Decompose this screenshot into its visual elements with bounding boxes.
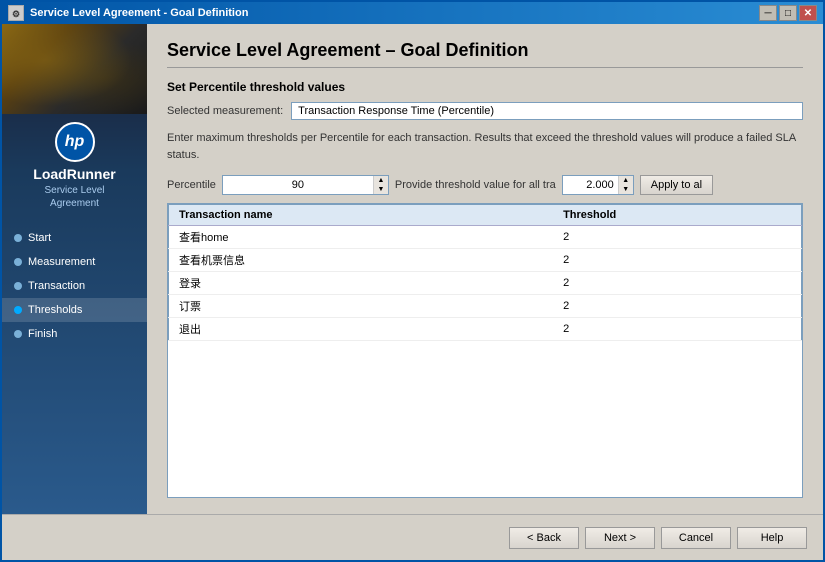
hp-logo: hp — [55, 122, 95, 162]
data-table: Transaction name Threshold 查看home2查看机票信息… — [168, 204, 802, 341]
table-row[interactable]: 登录2 — [169, 272, 802, 295]
title-bar: ⚙ Service Level Agreement - Goal Definit… — [2, 2, 823, 24]
measurement-label: Selected measurement: — [167, 105, 283, 117]
description-text: Enter maximum thresholds per Percentile … — [167, 130, 803, 163]
controls-row: Percentile ▲ ▼ Provide threshold value f… — [167, 175, 803, 195]
cell-transaction-name: 登录 — [169, 272, 554, 295]
percentile-down-button[interactable]: ▼ — [374, 185, 388, 194]
table-row[interactable]: 订票2 — [169, 295, 802, 318]
threshold-up-button[interactable]: ▲ — [619, 176, 633, 185]
sidebar: hp LoadRunner Service Level Agreement St… — [2, 24, 147, 514]
table-row[interactable]: 查看home2 — [169, 226, 802, 249]
table-header-row: Transaction name Threshold — [169, 205, 802, 226]
cell-transaction-name: 退出 — [169, 318, 554, 341]
sidebar-item-start[interactable]: Start — [2, 226, 147, 250]
cell-threshold: 2 — [553, 226, 801, 249]
nav-dot-measurement — [14, 258, 22, 266]
cell-threshold: 2 — [553, 318, 801, 341]
sidebar-item-thresholds[interactable]: Thresholds — [2, 298, 147, 322]
table-row[interactable]: 查看机票信息2 — [169, 249, 802, 272]
nav-dot-transaction — [14, 282, 22, 290]
sidebar-subtitle: Service Level Agreement — [2, 184, 147, 210]
table-row[interactable]: 退出2 — [169, 318, 802, 341]
nav-dot-thresholds — [14, 306, 22, 314]
col-header-transaction: Transaction name — [169, 205, 554, 226]
cell-transaction-name: 订票 — [169, 295, 554, 318]
sidebar-item-label-thresholds: Thresholds — [28, 304, 82, 316]
sidebar-item-label-transaction: Transaction — [28, 280, 85, 292]
threshold-label: Provide threshold value for all tra — [395, 179, 556, 191]
window-body: hp LoadRunner Service Level Agreement St… — [2, 24, 823, 514]
sidebar-image — [2, 24, 147, 114]
nav-dot-finish — [14, 330, 22, 338]
col-header-threshold: Threshold — [553, 205, 801, 226]
cell-transaction-name: 查看home — [169, 226, 554, 249]
window-icon: ⚙ — [8, 5, 24, 21]
cell-threshold: 2 — [553, 249, 801, 272]
sidebar-item-finish[interactable]: Finish — [2, 322, 147, 346]
main-content: Service Level Agreement – Goal Definitio… — [147, 24, 823, 514]
cancel-button[interactable]: Cancel — [661, 527, 731, 549]
table-body: 查看home2查看机票信息2登录2订票2退出2 — [169, 226, 802, 341]
percentile-spinner-buttons: ▲ ▼ — [373, 176, 388, 194]
measurement-row: Selected measurement: Transaction Respon… — [167, 102, 803, 120]
back-button[interactable]: < Back — [509, 527, 579, 549]
next-button[interactable]: Next > — [585, 527, 655, 549]
sidebar-item-label-measurement: Measurement — [28, 256, 95, 268]
cell-threshold: 2 — [553, 295, 801, 318]
footer: < Back Next > Cancel Help — [2, 514, 823, 560]
threshold-spinner[interactable]: ▲ ▼ — [562, 175, 634, 195]
sidebar-item-label-start: Start — [28, 232, 51, 244]
sidebar-item-measurement[interactable]: Measurement — [2, 250, 147, 274]
apply-button[interactable]: Apply to al — [640, 175, 713, 195]
sidebar-brand: LoadRunner — [2, 166, 147, 182]
measurement-value: Transaction Response Time (Percentile) — [291, 102, 803, 120]
percentile-label: Percentile — [167, 179, 216, 191]
main-window: ⚙ Service Level Agreement - Goal Definit… — [0, 0, 825, 562]
maximize-button[interactable]: □ — [779, 5, 797, 21]
threshold-down-button[interactable]: ▼ — [619, 185, 633, 194]
sidebar-item-transaction[interactable]: Transaction — [2, 274, 147, 298]
sidebar-nav: Start Measurement Transaction Thresholds… — [2, 226, 147, 346]
section-title: Set Percentile threshold values — [167, 80, 803, 94]
percentile-input[interactable] — [223, 177, 373, 193]
percentile-up-button[interactable]: ▲ — [374, 176, 388, 185]
minimize-button[interactable]: ─ — [759, 5, 777, 21]
percentile-spinner[interactable]: ▲ ▼ — [222, 175, 389, 195]
threshold-spinner-buttons: ▲ ▼ — [618, 176, 633, 194]
sidebar-item-label-finish: Finish — [28, 328, 57, 340]
table-container: Transaction name Threshold 查看home2查看机票信息… — [167, 203, 803, 498]
threshold-input[interactable] — [563, 177, 618, 193]
cell-transaction-name: 查看机票信息 — [169, 249, 554, 272]
help-button[interactable]: Help — [737, 527, 807, 549]
cell-threshold: 2 — [553, 272, 801, 295]
close-button[interactable]: ✕ — [799, 5, 817, 21]
nav-dot-start — [14, 234, 22, 242]
page-title: Service Level Agreement – Goal Definitio… — [167, 40, 803, 68]
window-title: Service Level Agreement - Goal Definitio… — [30, 7, 248, 19]
title-bar-controls: ─ □ ✕ — [759, 5, 817, 21]
